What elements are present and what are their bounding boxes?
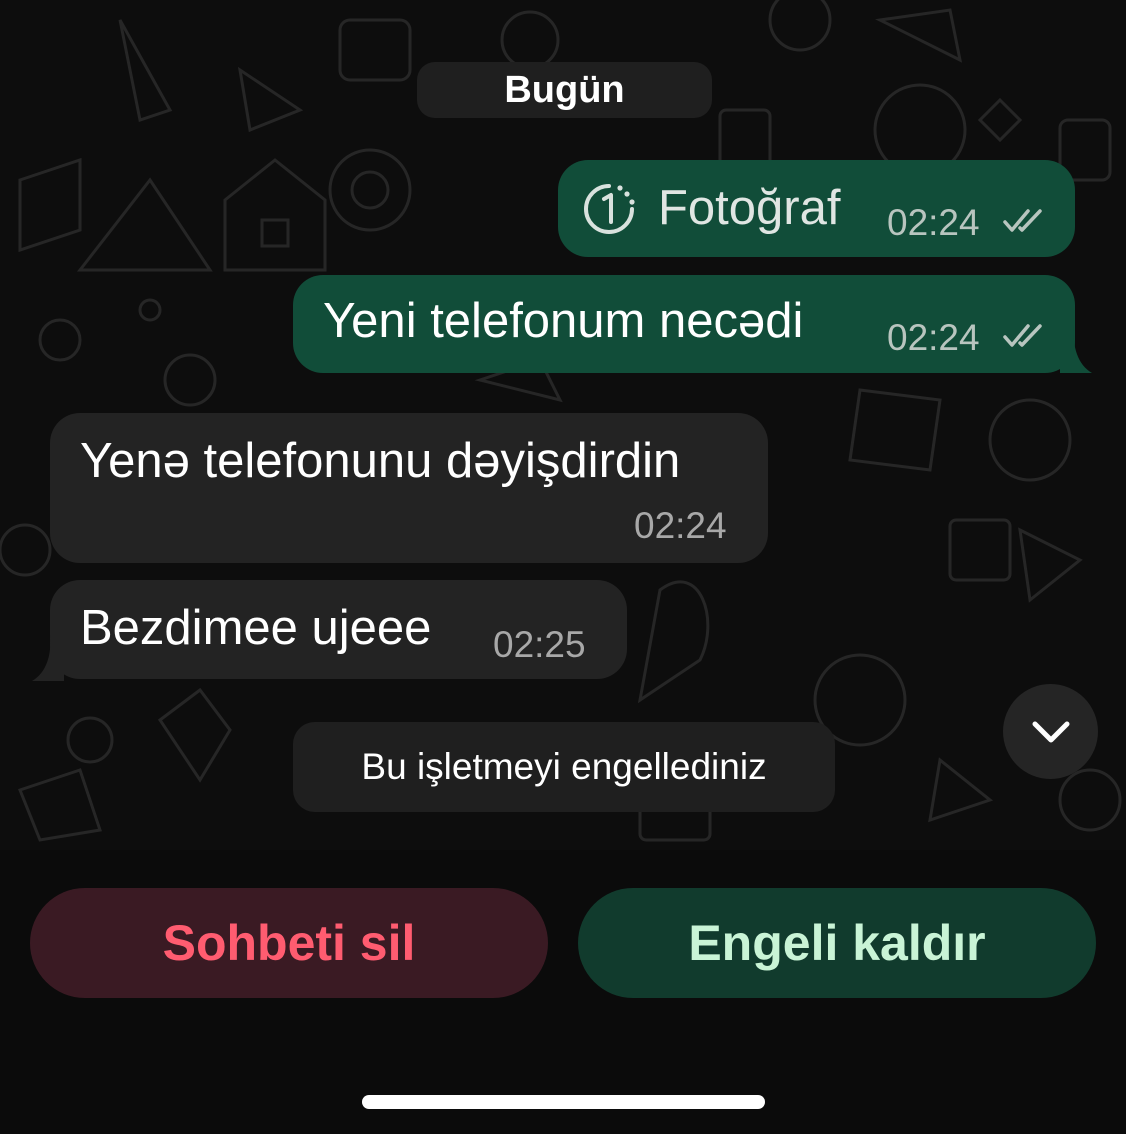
bubble-tail-incoming [32, 635, 64, 681]
message-text: Fotoğraf [658, 181, 841, 235]
view-once-icon [584, 184, 635, 234]
date-divider: Bugün [417, 62, 712, 118]
chat-area[interactable]: Bugün Fotoğraf 02:24 Yeni telefonum necə… [0, 0, 1126, 850]
bubble-tail-outgoing [1060, 325, 1092, 373]
message-time: 02:25 [493, 624, 586, 665]
message-time: 02:24 [634, 505, 727, 546]
message-text: Yeni telefonum necədi [323, 294, 804, 348]
blocked-actions-bar: Sohbeti sil Engeli kaldır [0, 850, 1126, 1134]
message-text: Yenə telefonunu dəyişdirdin [80, 434, 681, 488]
unblock-button[interactable]: Engeli kaldır [578, 888, 1096, 998]
message-text: Bezdimee ujeee [80, 601, 432, 655]
message-bubble-outgoing[interactable]: Yeni telefonum necədi 02:24 [293, 275, 1075, 373]
blocked-notice: Bu işletmeyi engellediniz [293, 722, 835, 812]
message-time: 02:24 [887, 317, 980, 358]
home-indicator[interactable] [362, 1095, 765, 1109]
scroll-to-bottom-button[interactable] [1003, 684, 1098, 779]
double-check-icon [1003, 324, 1042, 347]
message-bubble-incoming[interactable]: Bezdimee ujeee 02:25 [50, 580, 627, 679]
chevron-down-icon [1032, 721, 1069, 742]
message-time: 02:24 [887, 202, 980, 243]
message-bubble-incoming[interactable]: Yenə telefonunu dəyişdirdin 02:24 [50, 413, 768, 563]
message-bubble-outgoing-photo[interactable]: Fotoğraf 02:24 [558, 160, 1075, 257]
delete-chat-button[interactable]: Sohbeti sil [30, 888, 548, 998]
double-check-icon [1003, 209, 1042, 232]
